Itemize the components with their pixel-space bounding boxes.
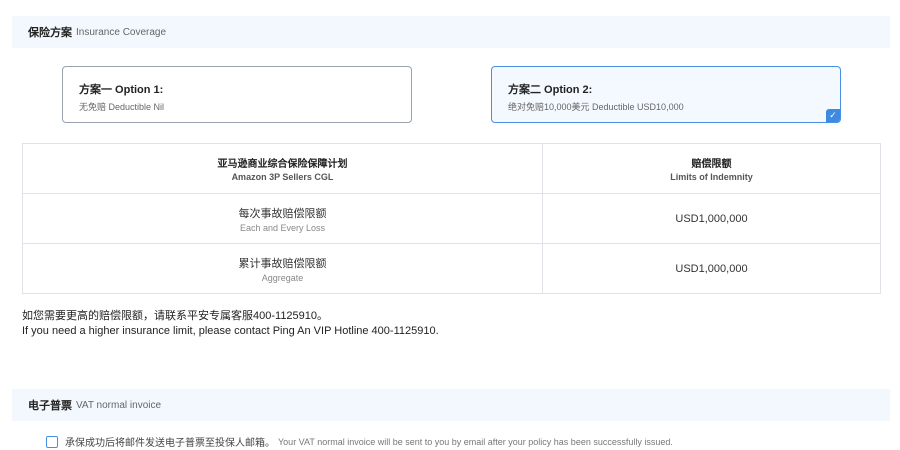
- option-2-subtitle: 绝对免赔10,000美元 Deductible USD10,000: [508, 102, 684, 112]
- check-icon: ✓: [826, 109, 840, 122]
- row-label-zh: 每次事故赔偿限额: [238, 207, 327, 220]
- coverage-table: 亚马逊商业综合保险保障计划 Amazon 3P Sellers CGL 赔偿限额…: [22, 143, 881, 294]
- row-value: USD1,000,000: [542, 193, 881, 244]
- hotline-note-zh: 如您需要更高的赔偿限额，请联系平安专属客服400-1125910。: [22, 310, 329, 322]
- limit-header-en: Limits of Indemnity: [670, 172, 753, 182]
- option-1-title: 方案一 Option 1:: [79, 84, 164, 96]
- vat-invoice-header: 电子普票 VAT normal invoice: [12, 389, 890, 421]
- invoice-option-row[interactable]: 承保成功后将邮件发送电子普票至投保人邮箱。 Your VAT normal in…: [46, 434, 673, 449]
- limit-header-cell: 赔偿限额 Limits of Indemnity: [542, 143, 881, 194]
- row-label-cell: 每次事故赔偿限额 Each and Every Loss: [22, 193, 543, 244]
- section-title-zh: 电子普票: [28, 400, 72, 412]
- invoice-checkbox[interactable]: [46, 435, 58, 448]
- plan-header-zh: 亚马逊商业综合保险保障计划: [217, 159, 348, 170]
- table-row: 每次事故赔偿限额 Each and Every Loss USD1,000,00…: [22, 193, 881, 244]
- row-label-en: Aggregate: [261, 272, 304, 283]
- option-2-title: 方案二 Option 2:: [508, 84, 593, 96]
- invoice-option-en: Your VAT normal invoice will be sent to …: [278, 436, 673, 447]
- option-2-card[interactable]: 方案二 Option 2: 绝对免赔10,000美元 Deductible US…: [491, 66, 841, 123]
- table-header-row: 亚马逊商业综合保险保障计划 Amazon 3P Sellers CGL 赔偿限额…: [22, 143, 881, 194]
- invoice-option-zh: 承保成功后将邮件发送电子普票至投保人邮箱。: [65, 438, 275, 449]
- row-value: USD1,000,000: [542, 243, 881, 294]
- hotline-note-en: If you need a higher insurance limit, pl…: [22, 325, 439, 337]
- section-title-en: VAT normal invoice: [76, 399, 162, 411]
- plan-header-en: Amazon 3P Sellers CGL: [231, 172, 334, 182]
- insurance-coverage-header: 保险方案 Insurance Coverage: [12, 16, 890, 48]
- row-label-en: Each and Every Loss: [239, 222, 326, 233]
- plan-header-cell: 亚马逊商业综合保险保障计划 Amazon 3P Sellers CGL: [22, 143, 543, 194]
- limit-header-zh: 赔偿限额: [691, 159, 732, 170]
- row-label-zh: 累计事故赔偿限额: [238, 257, 327, 270]
- section-title-en: Insurance Coverage: [76, 26, 167, 38]
- section-title-zh: 保险方案: [28, 27, 72, 39]
- table-row: 累计事故赔偿限额 Aggregate USD1,000,000: [22, 243, 881, 294]
- option-1-card[interactable]: 方案一 Option 1: 无免赔 Deductible Nil: [62, 66, 412, 123]
- row-label-cell: 累计事故赔偿限额 Aggregate: [22, 243, 543, 294]
- option-1-subtitle: 无免赔 Deductible Nil: [79, 102, 165, 112]
